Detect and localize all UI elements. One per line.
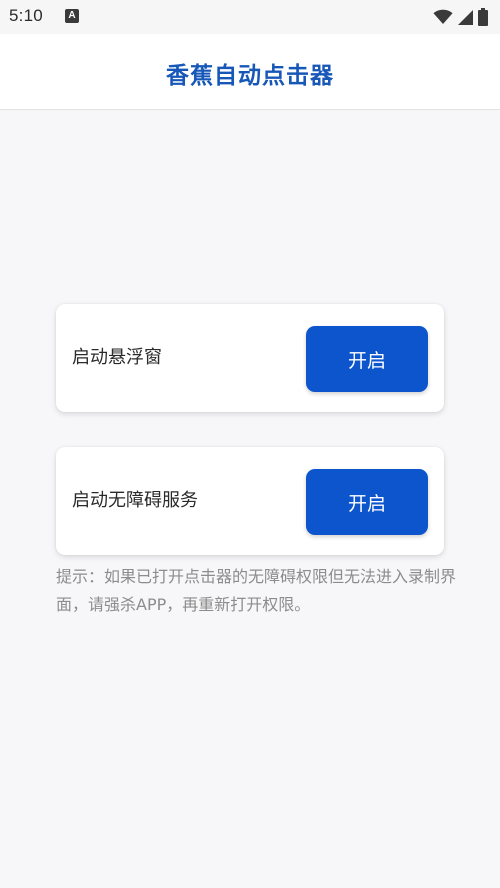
status-bar: 5:10 A [0, 0, 500, 34]
accessibility-service-label: 启动无障碍服务 [72, 490, 198, 511]
hint-text: 提示：如果已打开点击器的无障碍权限但无法进入录制界面，请强杀APP，再重新打开权… [56, 567, 457, 614]
notification-app-icon: A [65, 9, 79, 23]
accessibility-service-card: 启动无障碍服务 开启 [56, 447, 444, 555]
floating-window-label: 启动悬浮窗 [72, 347, 162, 368]
wifi-icon [433, 9, 453, 24]
app-bar: 香蕉自动点击器 [0, 34, 500, 110]
app-title: 香蕉自动点击器 [166, 63, 334, 89]
enable-accessibility-service-button[interactable]: 开启 [306, 469, 428, 535]
floating-window-card: 启动悬浮窗 开启 [56, 304, 444, 412]
battery-icon [478, 8, 488, 26]
status-icons [433, 7, 488, 27]
signal-icon [458, 9, 473, 25]
enable-floating-window-button[interactable]: 开启 [306, 326, 428, 392]
status-time: 5:10 [9, 6, 43, 25]
